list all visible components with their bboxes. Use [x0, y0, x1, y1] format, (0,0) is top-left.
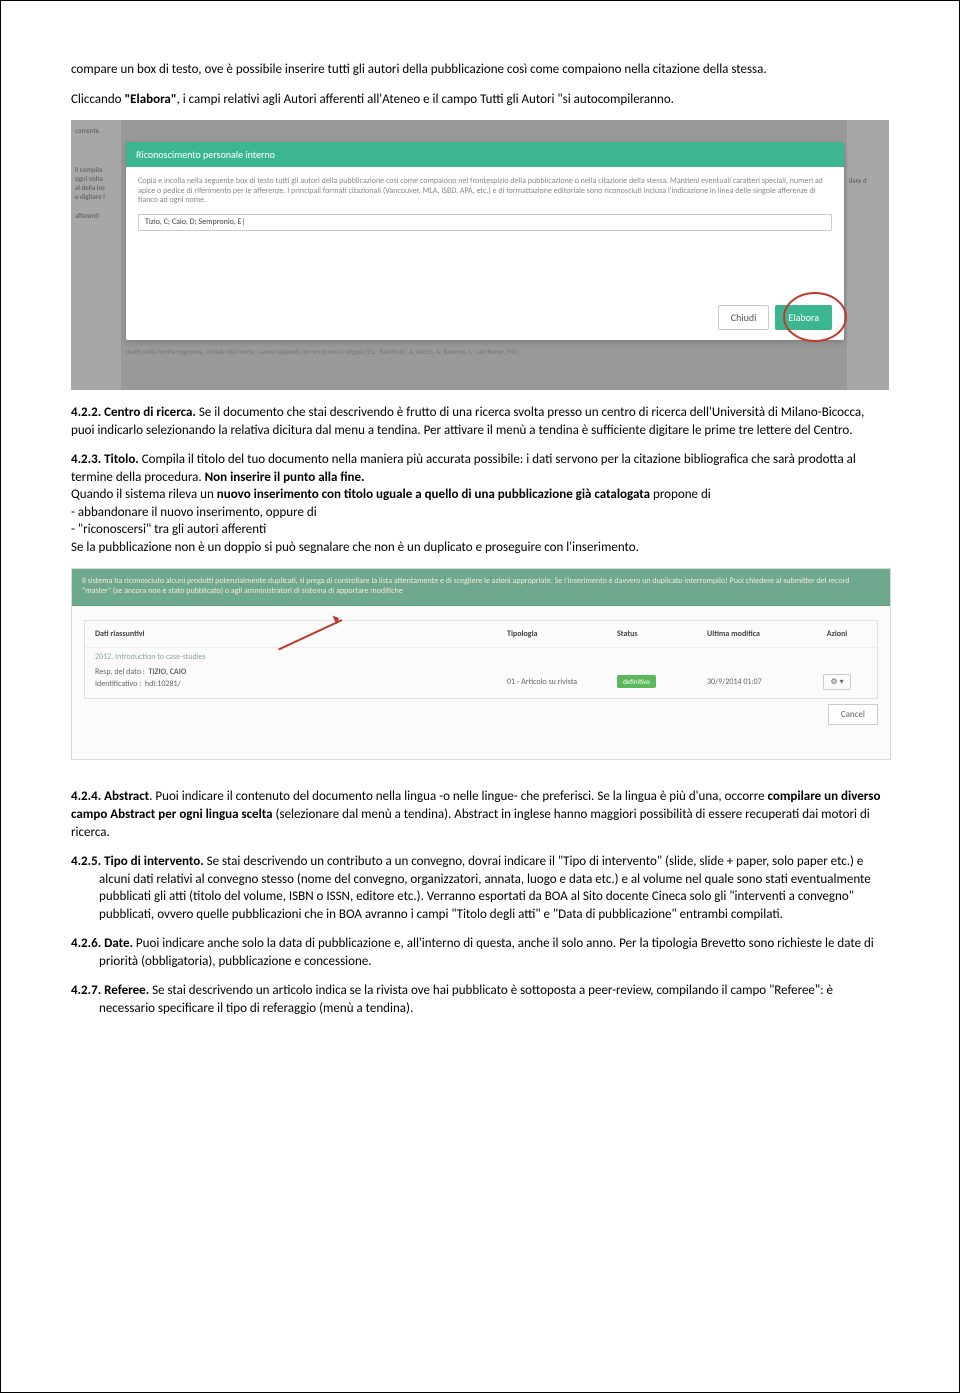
text: Se stai descrivendo un articolo indica s… [99, 983, 833, 1016]
text: . Puoi indicare il contenuto del documen… [149, 789, 767, 804]
bg-label: e digitare l [75, 192, 121, 201]
section-422: 4.2.2. Centro di ricerca. Se il document… [71, 404, 889, 439]
section-423-p1: 4.2.3. Titolo. Compila il titolo del tuo… [71, 451, 889, 486]
status-badge: definitivo [617, 675, 656, 688]
cell-azioni: ⚙ ▾ [797, 666, 877, 698]
heading-422: 4.2.2. Centro di ricerca. [71, 405, 196, 420]
record-title[interactable]: 2012. Introduction to case-studies [85, 648, 877, 666]
bg-label: li compila [75, 165, 121, 174]
cancel-wrap: Cancel [72, 699, 890, 730]
cell-tipologia: 01 - Articolo su rivista [497, 669, 607, 695]
th-ultima: Ultima modifica [697, 621, 797, 647]
action-dropdown[interactable]: ⚙ ▾ [823, 674, 850, 690]
modal-instructions: Copia e incolla nella seguente box di te… [138, 177, 832, 206]
paragraph-intro-2: Cliccando "Elabora", i campi relativi ag… [71, 91, 889, 109]
text: propone di [650, 487, 711, 502]
close-button[interactable]: Chiudi [718, 305, 770, 330]
text: Quando il sistema rileva un [71, 487, 217, 502]
screenshot-modal: corrente li compila ogni volta al della … [71, 120, 889, 390]
section-424: 4.2.4. Abstract. Puoi indicare il conten… [71, 788, 889, 841]
table-row: Resp. del dato : TIZIO, CAIO Identificat… [85, 666, 877, 698]
warning-banner: Il sistema ha riconosciuto alcuni prodot… [72, 569, 890, 605]
text-bold: nuovo inserimento con titolo uguale a qu… [217, 487, 650, 502]
heading-425: 4.2.5. Tipo di intervento. [71, 854, 204, 869]
bg-label: al della ins [75, 183, 121, 192]
arrow-annotation [262, 599, 342, 639]
list-item-2: - "riconoscersi" tra gli autori afferent… [71, 521, 889, 539]
th-tipologia: Tipologia [497, 621, 607, 647]
heading-423: 4.2.3. Titolo. [71, 452, 139, 467]
id-value: hdl:10281/ [145, 679, 181, 689]
th-azioni: Azioni [797, 621, 877, 647]
modal-dialog: Riconoscimento personale interno Copia e… [126, 142, 844, 340]
text: Puoi indicare anche solo la data di pubb… [99, 936, 874, 969]
section-425: 4.2.5. Tipo di intervento. Se stai descr… [99, 853, 889, 923]
chevron-down-icon: ▾ [840, 677, 844, 687]
bg-label: afferenti [75, 211, 121, 220]
th-status: Status [607, 621, 697, 647]
heading-426: 4.2.6. Date. [71, 936, 133, 951]
section-423-p2: Quando il sistema rileva un nuovo inseri… [71, 486, 889, 504]
modal-body: Copia e incolla nella seguente box di te… [126, 167, 844, 241]
list-item-1: - abbandonare il nuovo inserimento, oppu… [71, 504, 889, 522]
greyed-right: ilare d [847, 120, 889, 390]
text: Compila il titolo del tuo documento nell… [71, 452, 856, 485]
id-label: Identificativo : [95, 679, 141, 689]
text: Cliccando [71, 92, 124, 107]
section-427: 4.2.7. Referee. Se stai descrivendo un a… [99, 982, 889, 1017]
greyed-left: corrente li compila ogni volta al della … [71, 120, 121, 390]
table-header: Dati riassuntivi Tipologia Status Ultima… [85, 621, 877, 648]
text: Se stai descrivendo un contributo a un c… [99, 854, 871, 922]
highlight-circle [783, 292, 847, 342]
authors-input[interactable]: Tizio, C; Caio, D; Sempronio, E| [138, 214, 832, 232]
resp-value: TIZIO, CAIO [149, 667, 187, 677]
gear-icon: ⚙ [830, 677, 837, 687]
resp-label: Resp. del dato : [95, 667, 145, 677]
duplicates-table: Dati riassuntivi Tipologia Status Ultima… [84, 620, 878, 699]
page: compare un box di testo, ove è possibile… [0, 0, 960, 1393]
paragraph-intro-1: compare un box di testo, ove è possibile… [71, 61, 889, 79]
text-bold: "Elabora" [124, 92, 176, 107]
text-bold: Non inserire il punto alla fine. [205, 470, 365, 485]
bg-label: ilare d [849, 176, 867, 185]
screenshot-duplicates: Il sistema ha riconosciuto alcuni prodot… [71, 568, 891, 760]
bg-label: ogni volta [75, 174, 121, 183]
section-423-p3: Se la pubblicazione non è un doppio si p… [71, 539, 889, 557]
cell-ultima: 30/9/2014 01:07 [697, 669, 797, 695]
bg-label: corrente [75, 126, 121, 135]
cell-status: definitivo [607, 669, 697, 695]
cancel-button[interactable]: Cancel [828, 704, 878, 725]
text: , i campi relativi agli Autori afferenti… [177, 92, 674, 107]
heading-427: 4.2.7. Referee. [71, 983, 149, 998]
heading-424: 4.2.4. Abstract [71, 789, 149, 804]
section-426: 4.2.6. Date. Puoi indicare anche solo la… [99, 935, 889, 970]
modal-footer-note: matti nella forma cognome, iniziale del … [126, 347, 844, 356]
modal-title: Riconoscimento personale interno [126, 142, 844, 167]
